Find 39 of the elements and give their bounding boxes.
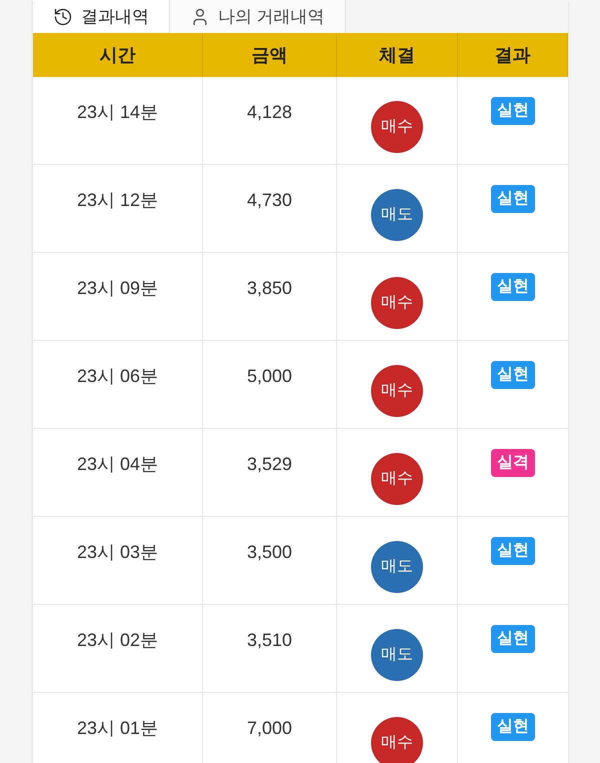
- trade-side-badge: 매도: [371, 629, 423, 681]
- result-badge: 실현: [491, 273, 535, 301]
- column-header: 시간: [33, 33, 203, 77]
- amount-cell-text: 3,500: [246, 541, 292, 564]
- column-header: 체결: [337, 33, 458, 77]
- result-badge: 실현: [491, 537, 535, 565]
- result-badge: 실현: [491, 185, 535, 213]
- trade-side-badge: 매도: [371, 189, 423, 241]
- trade-side-badge: 매수: [371, 717, 423, 763]
- history-icon: [53, 6, 73, 26]
- amount-cell-text: 7,000: [246, 717, 292, 740]
- result-badge: 실현: [491, 97, 535, 125]
- result-badge: 실격: [491, 449, 535, 477]
- tab[interactable]: 결과내역: [33, 0, 170, 33]
- trade-side-badge: 매도: [371, 541, 423, 593]
- time-cell-text: 23시 09분: [76, 277, 158, 300]
- result-badge: 실현: [491, 361, 535, 389]
- time-cell-text: 23시 03분: [76, 541, 158, 564]
- time-cell-text: 23시 04분: [76, 453, 158, 476]
- amount-cell-text: 3,529: [246, 453, 292, 476]
- trade-side-badge: 매수: [371, 101, 423, 153]
- amount-cell-text: 3,510: [246, 629, 292, 652]
- trade-side-badge: 매수: [371, 453, 423, 505]
- column-header: 금액: [203, 33, 337, 77]
- result-badge: 실현: [491, 713, 535, 741]
- time-cell-text: 23시 14분: [76, 101, 158, 124]
- trade-side-badge: 매수: [371, 365, 423, 417]
- time-cell-text: 23시 01분: [76, 717, 158, 740]
- amount-cell-text: 4,730: [246, 189, 292, 212]
- amount-cell-text: 3,850: [246, 277, 292, 300]
- trade-side-badge: 매수: [371, 277, 423, 329]
- amount-cell-text: 4,128: [246, 101, 292, 124]
- time-cell-text: 23시 06분: [76, 365, 158, 388]
- tab[interactable]: 나의 거래내역: [170, 0, 346, 33]
- amount-cell-text: 5,000: [246, 365, 292, 388]
- time-cell-text: 23시 02분: [76, 629, 158, 652]
- time-cell-text: 23시 12분: [76, 189, 158, 212]
- result-badge: 실현: [491, 625, 535, 653]
- column-header: 결과: [458, 33, 568, 77]
